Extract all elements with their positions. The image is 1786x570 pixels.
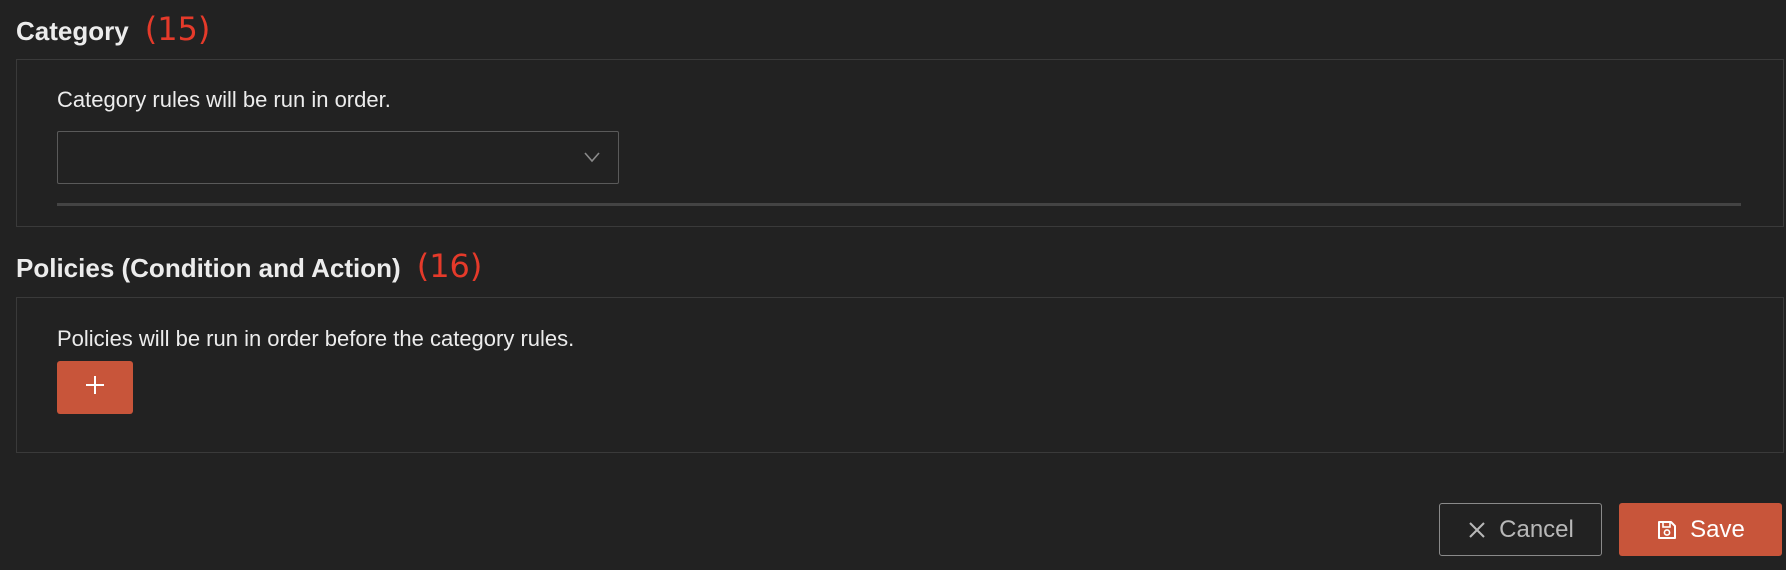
policies-panel: Policies will be run in order before the… xyxy=(16,297,1784,453)
save-icon xyxy=(1656,519,1678,541)
category-panel: Category rules will be run in order. xyxy=(16,59,1784,227)
close-icon xyxy=(1467,520,1487,540)
policies-title: Policies (Condition and Action) xyxy=(16,253,401,283)
category-description: Category rules will be run in order. xyxy=(57,87,391,112)
policies-annotation: (16) xyxy=(416,247,483,285)
cancel-button[interactable]: Cancel xyxy=(1439,503,1602,556)
policies-description: Policies will be run in order before the… xyxy=(57,326,575,351)
plus-icon xyxy=(84,374,106,401)
category-title: Category xyxy=(16,16,129,46)
category-annotation: (15) xyxy=(144,10,211,48)
policies-header: Policies (Condition and Action) (16) xyxy=(16,247,482,285)
cancel-label: Cancel xyxy=(1499,515,1574,543)
category-header: Category (15) xyxy=(16,10,210,48)
add-policy-button[interactable] xyxy=(57,361,133,414)
save-button[interactable]: Save xyxy=(1619,503,1782,556)
category-select[interactable] xyxy=(57,131,619,184)
category-divider xyxy=(57,203,1741,206)
save-label: Save xyxy=(1690,515,1745,543)
chevron-down-icon[interactable] xyxy=(582,147,602,167)
